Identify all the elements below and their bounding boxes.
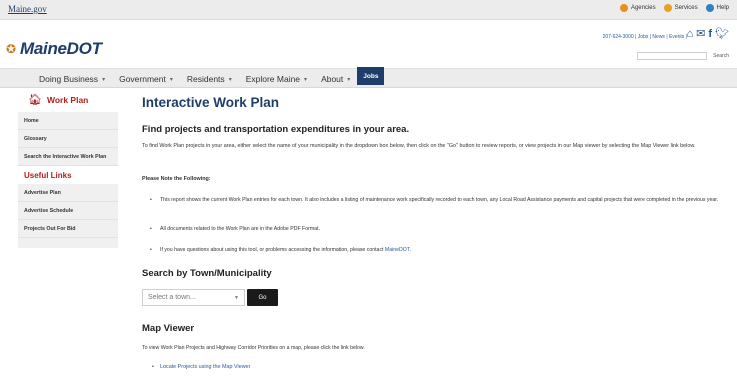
contact-links[interactable]: 207-624-3000 | Jobs | News | Events |	[603, 34, 687, 40]
header-utilities: 207-624-3000 | Jobs | News | Events | ⌂ …	[571, 22, 731, 66]
sidebar: 🏠︎ Work Plan Home Glossary Search the In…	[18, 88, 118, 248]
mail-icon[interactable]: ✉	[696, 28, 705, 40]
nav-residents[interactable]: Residents ▾	[180, 69, 239, 89]
site-header: ✪ MaineDOT 207-624-3000 | Jobs | News | …	[0, 20, 737, 68]
twitter-icon[interactable]: 🐦︎	[715, 28, 729, 40]
services-link[interactable]: Services	[663, 4, 698, 12]
help-icon	[705, 4, 714, 12]
agencies-icon	[619, 4, 628, 12]
map-viewer-list-item: • Locate Projects using the Map Viewer	[152, 364, 251, 370]
chevron-down-icon: ▾	[102, 76, 106, 83]
gov-bar: Maine.gov Agencies Services Help	[0, 0, 737, 20]
home-icon: 🏠︎	[28, 94, 42, 106]
sidebar-item-advertise-schedule[interactable]: Advertise Schedule	[18, 202, 118, 220]
search-input[interactable]	[637, 52, 707, 60]
mainedot-logo-icon: ✪	[6, 42, 17, 56]
sidebar-header: 🏠︎ Work Plan	[18, 88, 118, 112]
help-link[interactable]: Help	[705, 4, 729, 12]
note-heading: Please Note the Following:	[142, 176, 211, 182]
list-item: • If you have questions about using this…	[150, 247, 411, 253]
agencies-link[interactable]: Agencies	[619, 4, 656, 12]
sidebar-item-projects-out-for-bid[interactable]: Projects Out For Bid	[18, 220, 118, 238]
gov-links: Agencies Services Help	[619, 4, 729, 12]
sidebar-item-glossary[interactable]: Glossary	[18, 130, 118, 148]
sidebar-title[interactable]: Work Plan	[47, 95, 88, 105]
useful-links-title: Useful Links	[18, 166, 118, 184]
list-item: • All documents related to the Work Plan…	[150, 226, 320, 232]
nav-doing-business[interactable]: Doing Business ▾	[32, 69, 112, 89]
facebook-icon[interactable]: f	[708, 28, 712, 40]
services-icon	[663, 4, 672, 12]
chevron-down-icon: ▾	[304, 76, 308, 83]
list-item: • This report shows the current Work Pla…	[150, 197, 719, 203]
nav-explore-maine[interactable]: Explore Maine ▾	[239, 69, 314, 89]
map-viewer-text: To view Work Plan Projects and Highway C…	[142, 345, 365, 351]
nav-jobs[interactable]: Jobs	[357, 67, 385, 85]
maine-gov-logo[interactable]: Maine.gov	[8, 4, 47, 14]
chevron-down-icon: ▾	[169, 76, 173, 83]
mainedot-logo[interactable]: ✪ MaineDOT	[6, 39, 102, 59]
search-button[interactable]: Search	[713, 53, 729, 59]
search-town-heading: Search by Town/Municipality	[142, 268, 272, 279]
sidebar-item-advertise-plan[interactable]: Advertise Plan	[18, 184, 118, 202]
nav-about[interactable]: About ▾	[314, 69, 357, 89]
sidebar-item-search-work-plan[interactable]: Search the Interactive Work Plan	[18, 148, 118, 166]
chevron-down-icon: ▾	[228, 76, 232, 83]
sidebar-item-home[interactable]: Home	[18, 112, 118, 130]
mainedot-contact-link[interactable]: MaineDOT	[385, 247, 410, 253]
home-icon[interactable]: ⌂	[686, 28, 693, 40]
chevron-down-icon: ▾	[347, 76, 351, 83]
social-icons: ⌂ ✉ f 🐦︎	[686, 28, 729, 40]
chevron-down-icon: ▼	[234, 295, 239, 301]
town-select[interactable]: Select a town... ▼	[142, 289, 245, 306]
page-title: Interactive Work Plan	[142, 95, 280, 110]
map-viewer-link[interactable]: Locate Projects using the Map Viewer	[160, 364, 250, 370]
map-viewer-heading: Map Viewer	[142, 323, 195, 334]
nav-government[interactable]: Government ▾	[112, 69, 180, 89]
go-button[interactable]: Go	[247, 289, 278, 306]
section-subtitle: Find projects and transportation expendi…	[142, 124, 410, 135]
intro-text: To find Work Plan projects in your area,…	[142, 143, 696, 149]
main-nav: Doing Business ▾ Government ▾ Residents …	[0, 67, 737, 89]
